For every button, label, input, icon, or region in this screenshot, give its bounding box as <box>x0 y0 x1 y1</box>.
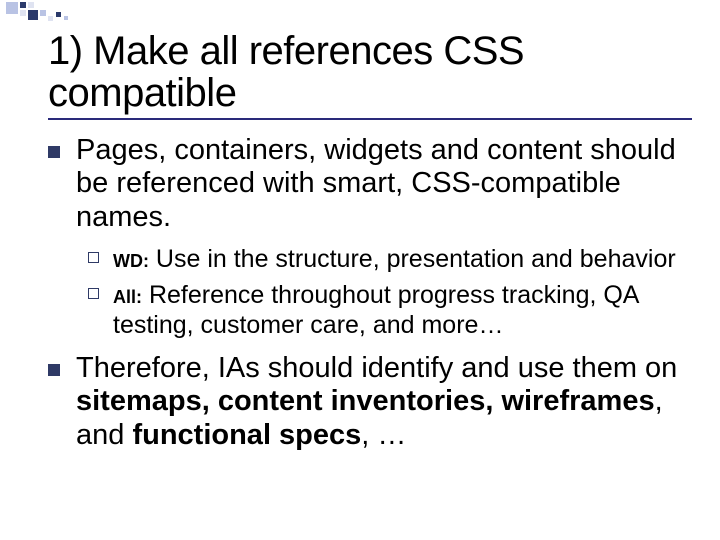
sub-bullet-group: WD: Use in the structure, presentation a… <box>88 244 692 340</box>
slide: 1) Make all references CSS compatible Pa… <box>0 0 720 540</box>
prefix-label: WD: <box>113 251 149 271</box>
open-square-icon <box>88 288 99 299</box>
bullet-text: Pages, containers, widgets and content s… <box>76 134 692 234</box>
bullet-text: Therefore, IAs should identify and use t… <box>76 352 692 452</box>
bullet-l2: All: Reference throughout progress track… <box>88 280 692 340</box>
corner-decoration <box>6 2 146 24</box>
bullet-rest: Use in the structure, presentation and b… <box>149 245 676 273</box>
bullet-l1: Therefore, IAs should identify and use t… <box>48 352 692 452</box>
bullet-text: WD: Use in the structure, presentation a… <box>113 244 676 274</box>
text-segment: , … <box>361 419 406 451</box>
bold-text: functional specs <box>132 419 361 451</box>
bullet-l2: WD: Use in the structure, presentation a… <box>88 244 692 274</box>
bullet-text: All: Reference throughout progress track… <box>113 280 692 340</box>
filled-square-icon <box>48 364 60 376</box>
bullet-rest: Reference throughout progress tracking, … <box>113 281 638 339</box>
bullet-l1: Pages, containers, widgets and content s… <box>48 134 692 234</box>
bold-text: sitemaps, content inventories, wireframe… <box>76 385 655 417</box>
slide-title: 1) Make all references CSS compatible <box>48 30 692 114</box>
slide-body: Pages, containers, widgets and content s… <box>48 134 692 452</box>
text-segment: Therefore, IAs should identify and use t… <box>76 352 677 384</box>
prefix-label: All: <box>113 287 142 307</box>
open-square-icon <box>88 252 99 263</box>
title-block: 1) Make all references CSS compatible <box>48 30 692 120</box>
filled-square-icon <box>48 146 60 158</box>
